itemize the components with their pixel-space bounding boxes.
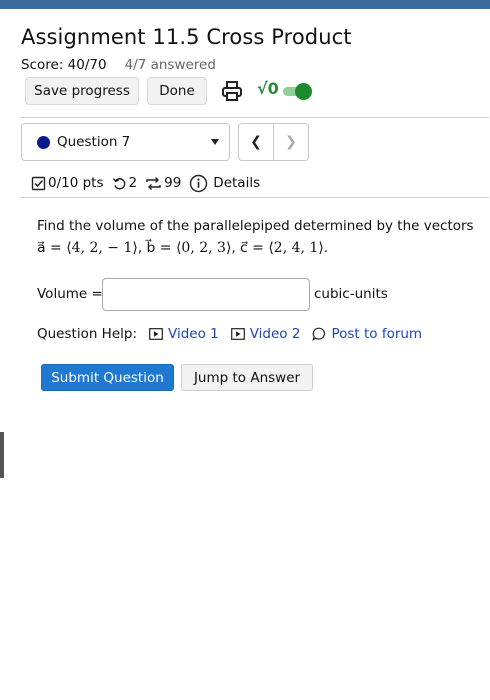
attempts-icon [146,176,161,190]
volume-label: Volume = [37,286,103,302]
divider [21,117,489,118]
question-help: Question Help: Video 1 Video 2 Post to f… [37,326,422,342]
toggle-knob [295,83,312,100]
points-text: 0/10 pts [48,175,104,191]
details-link[interactable]: Details [189,174,260,193]
post-to-forum-label: Post to forum [331,326,423,342]
vector-a: a⃗ = ⟨4, 2, − 1⟩ [37,240,138,256]
math-entry-icon[interactable]: √0 [257,79,279,98]
video-1-link[interactable]: Video 1 [149,326,219,342]
video-icon [230,328,245,340]
retries-count: 2 [128,175,138,191]
score-text: Score: 40/70 [21,57,107,73]
question-prompt: Find the volume of the parallelepiped de… [37,218,474,234]
question-help-label: Question Help: [37,326,137,342]
retry-icon [112,177,125,189]
done-button[interactable]: Done [147,77,207,105]
question-select-label: Question 7 [57,134,131,150]
question-select[interactable]: Question 7 [21,123,230,161]
next-question-button[interactable]: ❯ [273,123,309,161]
volume-input[interactable] [102,278,310,311]
math-entry-toggle[interactable] [283,83,312,100]
video-2-link[interactable]: Video 2 [230,326,301,342]
question-vectors: a⃗ = ⟨4, 2, − 1⟩, b⃗ = ⟨0, 2, 3⟩, c⃗ = ⟨… [37,240,329,256]
checkbox-icon [31,176,46,190]
divider [21,197,489,198]
printer-icon[interactable] [221,80,243,102]
previous-question-button[interactable]: ❮ [238,123,274,161]
top-bar [0,0,490,9]
info-icon [190,174,208,192]
video-icon [149,328,163,340]
answered-count: 4/7 answered [124,57,216,73]
post-to-forum-link[interactable]: Post to forum [312,326,422,342]
chevron-left-icon: ❮ [250,134,262,150]
left-edge-handle [0,432,4,478]
video-2-label: Video 2 [249,326,301,342]
unit-label: cubic-units [314,286,388,302]
chevron-right-icon: ❯ [285,134,297,150]
question-meta: 0/10 pts 2 99 Details [31,172,268,194]
attempts-count: 99 [164,175,182,191]
score-row: Score: 40/70 4/7 answered [21,57,216,73]
assignment-title: Assignment 11.5 Cross Product [21,25,352,49]
speech-bubble-icon [312,327,326,341]
question-status-dot [37,135,50,149]
video-1-label: Video 1 [168,326,219,342]
details-label: Details [213,175,261,191]
vector-b: b⃗ = ⟨0, 2, 3⟩ [146,240,232,256]
question-text: Find the volume of the parallelepiped de… [37,215,477,259]
save-progress-button[interactable]: Save progress [25,77,139,105]
jump-to-answer-button[interactable]: Jump to Answer [181,364,313,391]
vector-c: c⃗ = ⟨2, 4, 1⟩ [240,240,324,256]
caret-down-icon [211,139,219,145]
submit-question-button[interactable]: Submit Question [41,364,174,391]
